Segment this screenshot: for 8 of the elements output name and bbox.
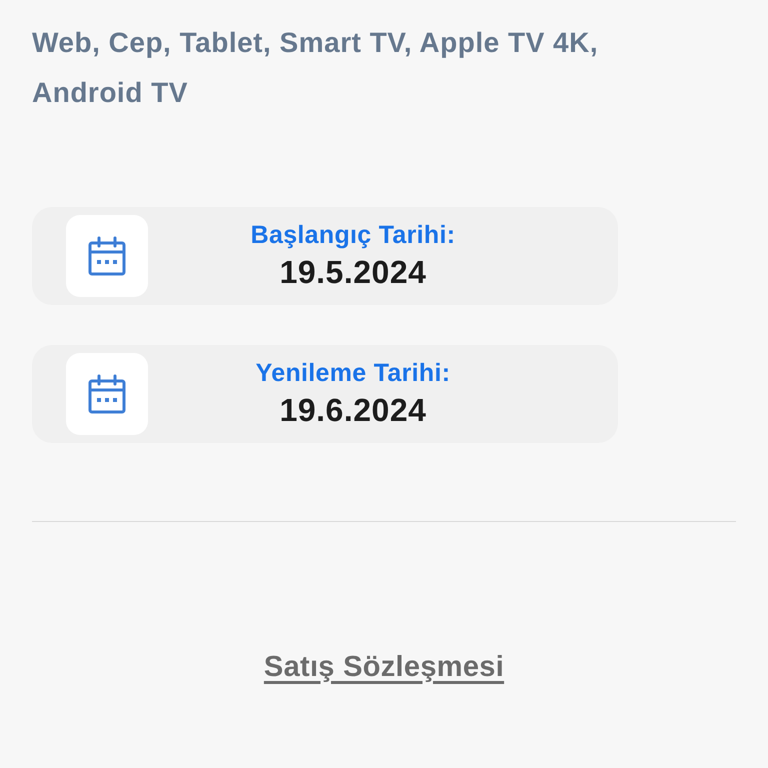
date-value: 19.5.2024 [280,253,426,292]
date-value: 19.6.2024 [280,391,426,430]
platforms-text: Web, Cep, Tablet, Smart TV, Apple TV 4K, Android TV [32,26,600,110]
date-label: Başlangıç Tarihi: [250,220,456,250]
calendar-icon [87,236,127,276]
date-label: Yenileme Tarihi: [256,358,450,388]
calendar-icon [87,374,127,414]
contract-link[interactable]: Satış Sözleşmesi [264,646,504,690]
